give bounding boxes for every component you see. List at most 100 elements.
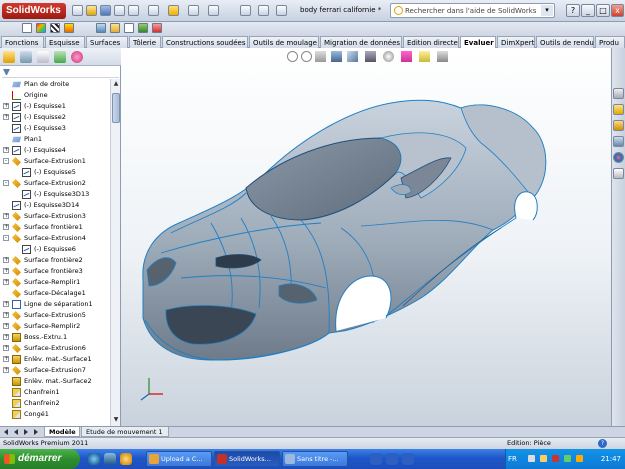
prev-tab-arrow-icon[interactable] — [14, 429, 18, 435]
search-dropdown-button[interactable]: ▾ — [541, 5, 553, 16]
undo-icon[interactable] — [128, 5, 139, 16]
property-manager-tab-icon[interactable] — [20, 51, 32, 63]
expand-icon[interactable]: + — [3, 147, 9, 153]
expand-icon[interactable]: + — [3, 367, 9, 373]
save-icon[interactable] — [100, 5, 111, 16]
curvature-icon[interactable] — [36, 23, 46, 33]
last-tab-arrow-icon[interactable] — [34, 429, 38, 435]
tray-app-icon[interactable] — [576, 455, 583, 462]
tab-constructions-soudees[interactable]: Constructions soudées — [162, 36, 248, 48]
file-properties-icon[interactable] — [188, 5, 199, 16]
design-library-icon[interactable] — [613, 104, 624, 115]
tab-esquisse[interactable]: Esquisse — [45, 36, 85, 48]
graphics-area[interactable] — [121, 48, 611, 426]
quicklaunch-media-icon[interactable] — [120, 453, 132, 465]
first-tab-arrow-icon[interactable] — [4, 429, 8, 435]
dimxpert-tab-icon[interactable] — [54, 51, 66, 63]
tab-fonctions[interactable]: Fonctions — [1, 36, 44, 48]
tab-etude-de-mouvement[interactable]: Etude de mouvement 1 — [81, 427, 169, 437]
minimize-button[interactable]: _ — [581, 4, 595, 17]
measure-icon[interactable] — [110, 23, 120, 33]
zebra-icon[interactable] — [50, 23, 60, 33]
tab-outils-de-rendu[interactable]: Outils de rendu — [536, 36, 594, 48]
draft-analysis-icon[interactable] — [64, 23, 74, 33]
task-upload-window[interactable]: Upload a C... — [146, 451, 212, 467]
print-icon[interactable] — [114, 5, 125, 16]
collapse-icon[interactable]: - — [3, 180, 9, 186]
tray-volume-icon[interactable] — [540, 455, 547, 462]
window-menu-icon[interactable] — [276, 5, 287, 16]
app-logo[interactable]: SolidWorks — [2, 3, 66, 19]
task-paint-window[interactable]: Sans titre -... — [282, 451, 348, 467]
thickness-icon[interactable] — [152, 23, 162, 33]
tray-network-icon[interactable] — [528, 455, 535, 462]
collapse-icon[interactable]: - — [3, 158, 9, 164]
custom-properties-icon[interactable] — [613, 168, 624, 179]
expand-icon[interactable]: + — [3, 103, 9, 109]
expand-icon[interactable]: + — [3, 356, 9, 362]
feature-tree-tab-icon[interactable] — [3, 51, 15, 63]
restore-button[interactable]: □ — [596, 4, 610, 17]
mass-properties-icon[interactable] — [96, 23, 106, 33]
rebuild-icon[interactable] — [168, 5, 179, 16]
document-menu-icon[interactable] — [240, 5, 251, 16]
expand-icon[interactable]: + — [3, 334, 9, 340]
tray-update-icon[interactable] — [564, 455, 571, 462]
solidworks-resources-icon[interactable] — [613, 88, 624, 99]
collapse-icon[interactable]: - — [3, 235, 9, 241]
scroll-thumb[interactable] — [112, 93, 120, 123]
expand-icon[interactable]: + — [3, 224, 9, 230]
tray-security-icon[interactable] — [552, 455, 559, 462]
expand-icon[interactable]: + — [3, 114, 9, 120]
view-palette-icon[interactable] — [613, 136, 624, 147]
new-document-icon[interactable] — [72, 5, 83, 16]
tab-evaluer[interactable]: Evaluer — [460, 36, 496, 48]
help-button[interactable]: ? — [566, 4, 580, 17]
help-search-box[interactable]: Rechercher dans l'aide de SolidWorks ▾ — [390, 3, 555, 18]
search-input[interactable]: Rechercher dans l'aide de SolidWorks — [405, 7, 536, 15]
media-prev-icon[interactable] — [370, 453, 382, 465]
task-solidworks-window[interactable]: SolidWorks... — [214, 451, 280, 467]
media-next-icon[interactable] — [402, 453, 414, 465]
quicklaunch-browser-icon[interactable] — [88, 453, 100, 465]
check-icon[interactable] — [22, 23, 32, 33]
tab-modele[interactable]: Modèle — [44, 427, 80, 437]
expand-icon[interactable]: + — [3, 323, 9, 329]
tab-dimxpert[interactable]: DimXpert — [497, 36, 535, 48]
start-button[interactable]: démarrer — [0, 449, 80, 469]
expand-icon[interactable]: + — [3, 301, 9, 307]
toolbar-menu-icon[interactable] — [258, 5, 269, 16]
quicklaunch-desktop-icon[interactable] — [104, 453, 116, 465]
expand-icon[interactable]: + — [3, 268, 9, 274]
scroll-down-arrow-icon[interactable]: ▼ — [112, 416, 120, 424]
scroll-up-arrow-icon[interactable]: ▲ — [112, 80, 120, 88]
tree-scrollbar[interactable]: ▲ ▼ — [110, 79, 120, 426]
close-button[interactable]: x — [611, 4, 624, 17]
file-explorer-icon[interactable] — [613, 120, 624, 131]
tab-edition-directe[interactable]: Edition directe — [403, 36, 459, 48]
expand-icon[interactable]: + — [3, 312, 9, 318]
deviation-icon[interactable] — [138, 23, 148, 33]
expand-icon[interactable]: + — [3, 345, 9, 351]
tab-tolerie[interactable]: Tôlerie — [129, 36, 161, 48]
tab-surfaces[interactable]: Surfaces — [86, 36, 128, 48]
open-document-icon[interactable] — [86, 5, 97, 16]
select-icon[interactable] — [148, 5, 159, 16]
tab-migration-de-donnees[interactable]: Migration de données — [320, 36, 402, 48]
expand-icon[interactable]: + — [3, 213, 9, 219]
tab-outils-de-moulage[interactable]: Outils de moulage — [249, 36, 319, 48]
tree-filter[interactable] — [2, 68, 119, 78]
display-manager-tab-icon[interactable] — [71, 51, 83, 63]
options-icon[interactable] — [208, 5, 219, 16]
appearances-icon[interactable] — [613, 152, 624, 163]
status-help-icon[interactable]: ? — [598, 439, 607, 448]
next-tab-arrow-icon[interactable] — [24, 429, 28, 435]
expand-icon[interactable]: + — [3, 279, 9, 285]
car-body-model[interactable] — [121, 48, 611, 426]
expand-icon[interactable]: + — [3, 257, 9, 263]
media-play-icon[interactable] — [386, 453, 398, 465]
language-indicator[interactable]: FR — [508, 449, 517, 469]
section-icon[interactable] — [124, 23, 134, 33]
configuration-tab-icon[interactable] — [37, 51, 49, 63]
tab-produits[interactable]: Produ — [595, 36, 625, 48]
